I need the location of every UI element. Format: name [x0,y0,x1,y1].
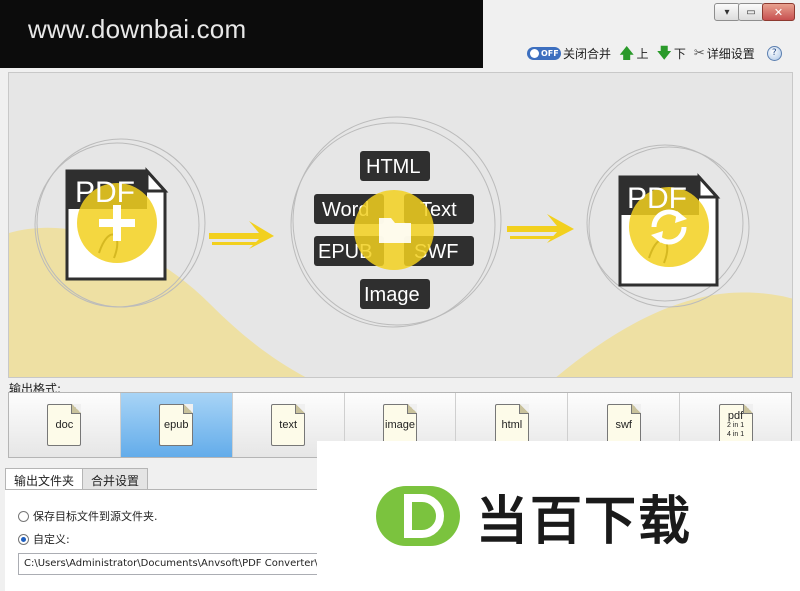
logo-mark-icon [376,486,460,546]
arrow-right-icon [209,221,274,249]
close-button[interactable]: ✕ [762,3,795,21]
radio-button[interactable] [18,510,29,522]
html-file-icon: html [494,404,529,446]
doc-file-icon: doc [47,404,82,446]
conversion-banner: PDF HTML Word Text EPUB SWF Image PDF [8,72,793,378]
pdf-file-icon: pdf 2 in 1 4 in 1 [718,404,753,446]
arrow-down-icon: 🡇 [656,43,672,62]
format-label-html: HTML [366,156,420,178]
move-up-button[interactable]: 🡅 上 [619,45,648,62]
tab-merge-settings[interactable]: 合并设置 [82,468,149,490]
arrow-up-icon: 🡅 [619,43,635,62]
merge-toggle[interactable]: OFF 关闭合并 [527,45,611,62]
wave-right [556,292,792,377]
text-file-icon: text [271,404,306,446]
format-epub[interactable]: epub [120,393,233,457]
tab-output-folder[interactable]: 输出文件夹 [5,468,84,491]
logo-text: 当百下载 [476,491,693,552]
minimize-button[interactable]: ▾ [714,3,740,21]
move-down-button[interactable]: 🡇 下 [656,45,685,62]
move-down-label: 下 [673,46,686,61]
arrow-right-icon [507,214,574,243]
swf-file-icon: swf [606,404,641,446]
epub-file-icon: epub [159,404,194,446]
toolbar: OFF 关闭合并 🡅 上 🡇 下 ✂ 详细设置 ? [527,43,782,63]
site-logo-overlay: 当百下载 [317,441,800,591]
detailed-settings-button[interactable]: ✂ 详细设置 [694,45,755,62]
merge-toggle-label: 关闭合并 [563,46,612,61]
image-file-icon: image [383,404,417,446]
tools-icon: ✂ [693,45,705,61]
watermark-banner: www.downbai.com [0,0,483,68]
pdf-label: PDF [627,182,687,215]
save-to-source-label: 保存目标文件到源文件夹. [33,510,158,523]
custom-folder-option[interactable]: 自定义: [18,531,70,547]
toggle-switch-icon: OFF [527,46,561,60]
maximize-button[interactable]: ▭ [738,3,764,21]
settings-tabs: 输出文件夹 合并设置 [5,468,149,491]
radio-button-checked[interactable] [18,533,29,545]
help-icon[interactable]: ? [766,45,782,61]
detailed-settings-label: 详细设置 [706,46,755,61]
pdf-label: PDF [75,176,135,209]
format-doc[interactable]: doc [9,393,121,457]
format-label-image: Image [364,284,420,306]
move-up-label: 上 [636,46,649,61]
custom-folder-label: 自定义: [33,533,70,546]
save-to-source-option[interactable]: 保存目标文件到源文件夹. [18,508,158,524]
